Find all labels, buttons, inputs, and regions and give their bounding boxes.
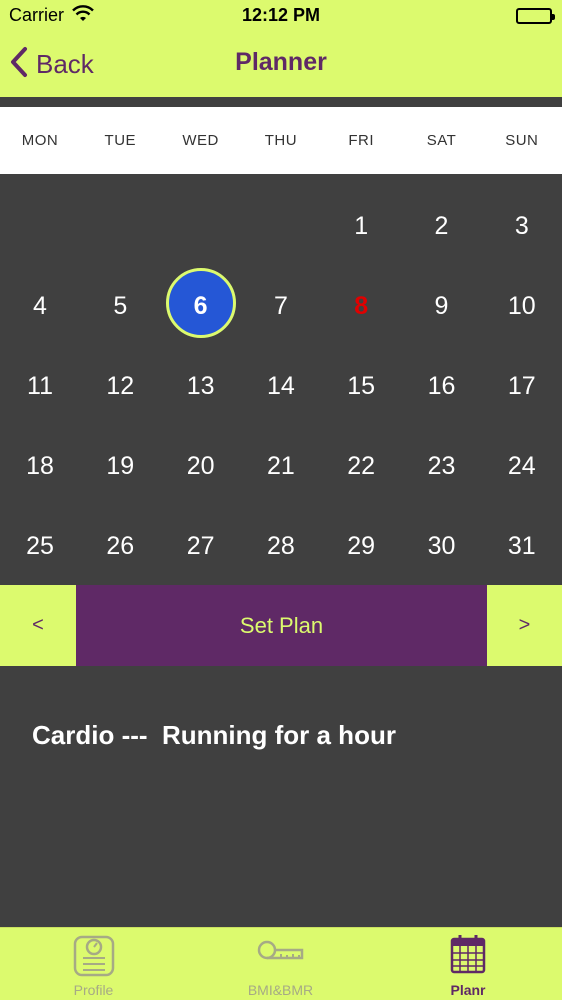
calendar-day-18[interactable]: 18 (0, 426, 80, 506)
calendar-day-30[interactable]: 30 (402, 506, 482, 586)
calendar-day-6[interactable]: 6 (161, 266, 241, 346)
calendar-day-15[interactable]: 15 (321, 346, 401, 426)
plan-bar: < Set Plan > (0, 585, 562, 666)
calendar-day-29[interactable]: 29 (321, 506, 401, 586)
calendar-day-21[interactable]: 21 (241, 426, 321, 506)
calendar-day-2[interactable]: 2 (402, 186, 482, 266)
header-divider (0, 97, 562, 107)
calendar-day-28[interactable]: 28 (241, 506, 321, 586)
plan-text: Cardio --- Running for a hour (32, 720, 396, 750)
calendar-day-20[interactable]: 20 (161, 426, 241, 506)
calendar-day-8[interactable]: 8 (321, 266, 401, 346)
calendar-grid: 1 2 3 4 5 6 7 8 9 10 11 12 13 14 15 16 17 18 19 20 21 22 23 24 2… (0, 174, 562, 585)
tab-label-bmi-bmr: BMI&BMR (247, 982, 314, 998)
page-title: Planner (235, 48, 327, 76)
weekday-header: MON TUE WED THU FRI SAT SUN (0, 107, 562, 174)
calendar-day-31[interactable]: 31 (482, 506, 562, 586)
weekday-tue: TUE (104, 132, 137, 149)
calendar-day-26[interactable]: 26 (80, 506, 160, 586)
calendar-day-12[interactable]: 12 (80, 346, 160, 426)
calendar-day-5[interactable]: 5 (80, 266, 160, 346)
calendar-day-19[interactable]: 19 (80, 426, 160, 506)
tab-profile[interactable]: Profile (0, 928, 187, 1000)
tab-bmi-bmr[interactable]: BMI&BMR (187, 928, 374, 1000)
calendar-day-16[interactable]: 16 (402, 346, 482, 426)
calendar-day-24[interactable]: 24 (482, 426, 562, 506)
status-time: 12:12 PM (241, 5, 321, 25)
calendar-day-14[interactable]: 14 (241, 346, 321, 426)
calendar-day-27[interactable]: 27 (161, 506, 241, 586)
tab-label-profile: Profile (73, 982, 114, 998)
previous-day-button[interactable]: < (0, 585, 76, 666)
calendar-day-9[interactable]: 9 (402, 266, 482, 346)
calendar-day-22[interactable]: 22 (321, 426, 401, 506)
set-plan-button[interactable]: Set Plan (76, 585, 487, 666)
tape-measure-icon (257, 938, 305, 973)
weekday-sat: SAT (426, 132, 457, 149)
weekday-thu: THU (264, 132, 298, 149)
navigation-bar: Back Planner (0, 32, 562, 97)
calendar-day-10[interactable]: 10 (482, 266, 562, 346)
weekday-wed: WED (182, 132, 219, 149)
weekday-fri: FRI (348, 132, 375, 149)
battery-icon (516, 8, 555, 24)
weekday-sun: SUN (505, 132, 539, 149)
calendar-day-23[interactable]: 23 (402, 426, 482, 506)
status-bar: Carrier 12:12 PM (0, 0, 562, 32)
tab-planner[interactable]: Planr (374, 928, 562, 1000)
calendar-day-11[interactable]: 11 (0, 346, 80, 426)
calendar-day-13[interactable]: 13 (161, 346, 241, 426)
calendar-day-17[interactable]: 17 (482, 346, 562, 426)
weekday-mon: MON (21, 132, 59, 149)
scale-icon (72, 934, 116, 983)
plan-details: Cardio --- Running for a hour (0, 666, 562, 927)
calendar-day-1[interactable]: 1 (321, 186, 401, 266)
calendar-day-4[interactable]: 4 (0, 266, 80, 346)
tab-label-planner: Planr (450, 982, 486, 998)
calendar-icon (450, 934, 486, 979)
calendar-day-7[interactable]: 7 (241, 266, 321, 346)
next-day-button[interactable]: > (487, 585, 562, 666)
calendar-day-3[interactable]: 3 (482, 186, 562, 266)
calendar-day-25[interactable]: 25 (0, 506, 80, 586)
tab-bar: Profile BMI&BMR Planr (0, 927, 562, 1000)
